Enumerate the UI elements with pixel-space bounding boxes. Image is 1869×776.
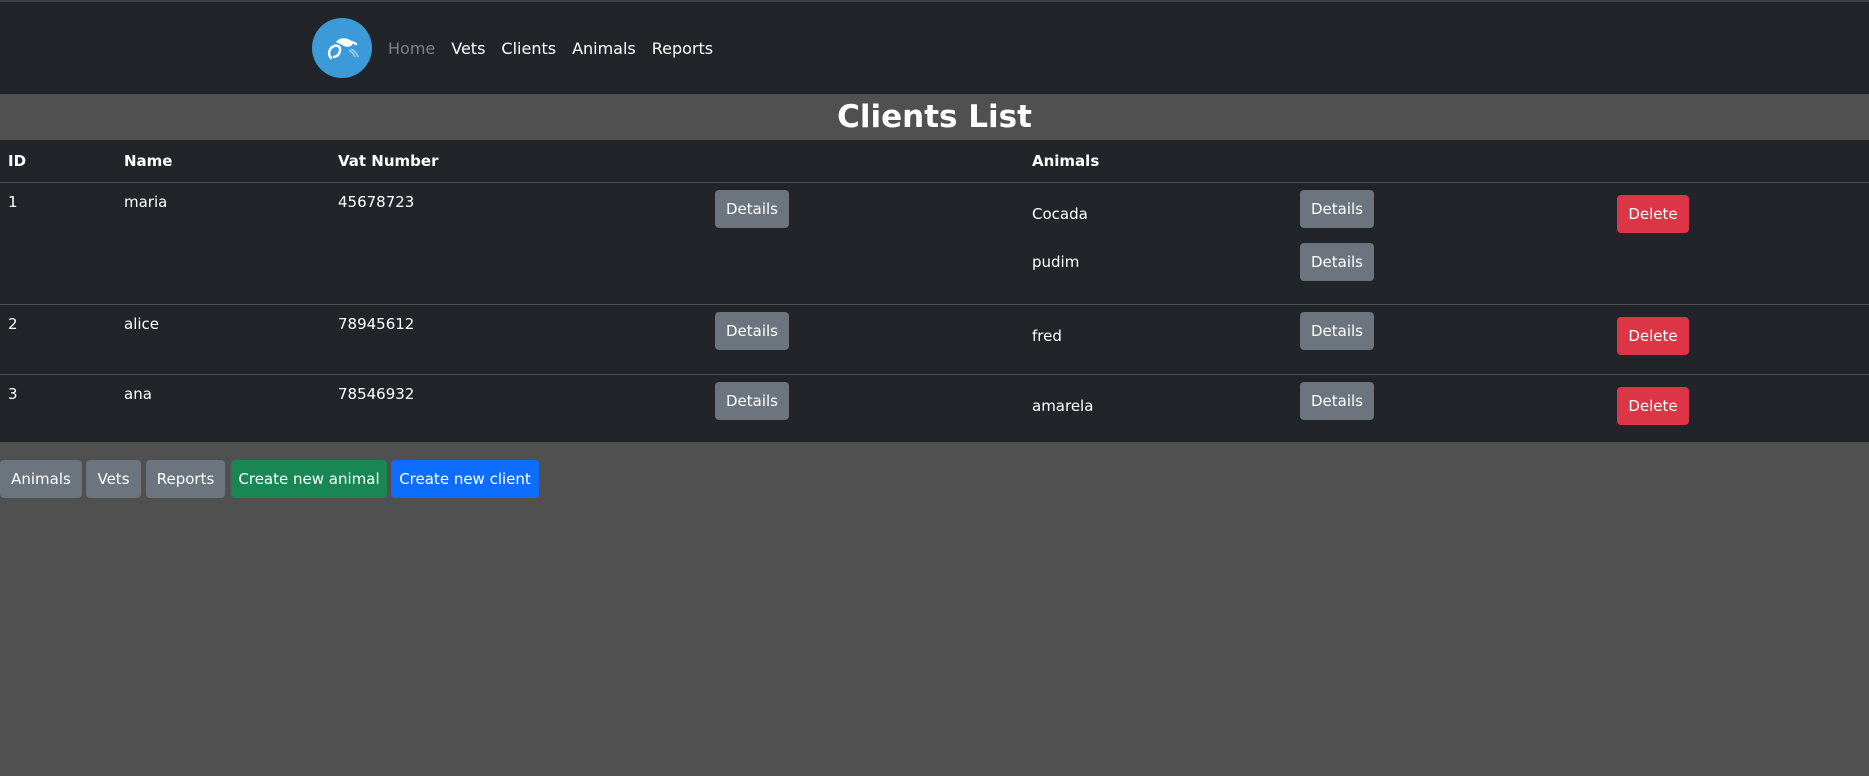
delete-button[interactable]: Delete [1617, 195, 1689, 233]
client-vat: 45678723 [338, 193, 415, 211]
page-title: Clients List [837, 99, 1032, 135]
vets-button[interactable]: Vets [86, 460, 141, 498]
nav-links: Home Vets Clients Animals Reports [388, 39, 713, 58]
navbar: Home Vets Clients Animals Reports [0, 2, 1869, 94]
client-id: 1 [8, 193, 18, 211]
table-row: 2 alice 78945612 Details fred Details De… [0, 304, 1869, 375]
animal-name: amarela [1032, 397, 1094, 415]
create-animal-button[interactable]: Create new animal [231, 460, 387, 498]
client-vat: 78945612 [338, 315, 415, 333]
client-details-button[interactable]: Details [715, 382, 789, 420]
table-header: ID Name Vat Number Animals [0, 140, 1869, 183]
delete-button[interactable]: Delete [1617, 317, 1689, 355]
nav-link-home[interactable]: Home [388, 39, 435, 58]
animal-details-button[interactable]: Details [1300, 190, 1374, 228]
table-row: 1 maria 45678723 Details Cocada Details … [0, 182, 1869, 305]
client-vat: 78546932 [338, 385, 415, 403]
clients-table: ID Name Vat Number Animals 1 maria 45678… [0, 140, 1869, 442]
client-name: maria [124, 193, 168, 211]
animal-details-button[interactable]: Details [1300, 312, 1374, 350]
nav-link-animals[interactable]: Animals [572, 39, 636, 58]
animal-details-button[interactable]: Details [1300, 382, 1374, 420]
table-row: 3 ana 78546932 Details amarela Details D… [0, 374, 1869, 442]
animal-details-button[interactable]: Details [1300, 243, 1374, 281]
nav-link-reports[interactable]: Reports [652, 39, 713, 58]
animals-button[interactable]: Animals [0, 460, 82, 498]
client-id: 2 [8, 315, 18, 333]
client-name: ana [124, 385, 152, 403]
reports-button[interactable]: Reports [146, 460, 225, 498]
logo-icon[interactable] [312, 18, 372, 78]
title-bar: Clients List [0, 94, 1869, 140]
header-id: ID [8, 152, 27, 170]
nav-link-clients[interactable]: Clients [501, 39, 556, 58]
animal-name: Cocada [1032, 205, 1088, 223]
header-name: Name [124, 152, 173, 170]
header-animals: Animals [1032, 152, 1100, 170]
delete-button[interactable]: Delete [1617, 387, 1689, 425]
nav-link-vets[interactable]: Vets [451, 39, 485, 58]
client-id: 3 [8, 385, 18, 403]
animal-name: fred [1032, 327, 1062, 345]
footer-buttons: Animals Vets Reports Create new animal C… [0, 460, 1869, 498]
client-details-button[interactable]: Details [715, 312, 789, 350]
animal-name: pudim [1032, 253, 1080, 271]
create-client-button[interactable]: Create new client [391, 460, 539, 498]
client-name: alice [124, 315, 160, 333]
client-details-button[interactable]: Details [715, 190, 789, 228]
header-vat: Vat Number [338, 152, 439, 170]
